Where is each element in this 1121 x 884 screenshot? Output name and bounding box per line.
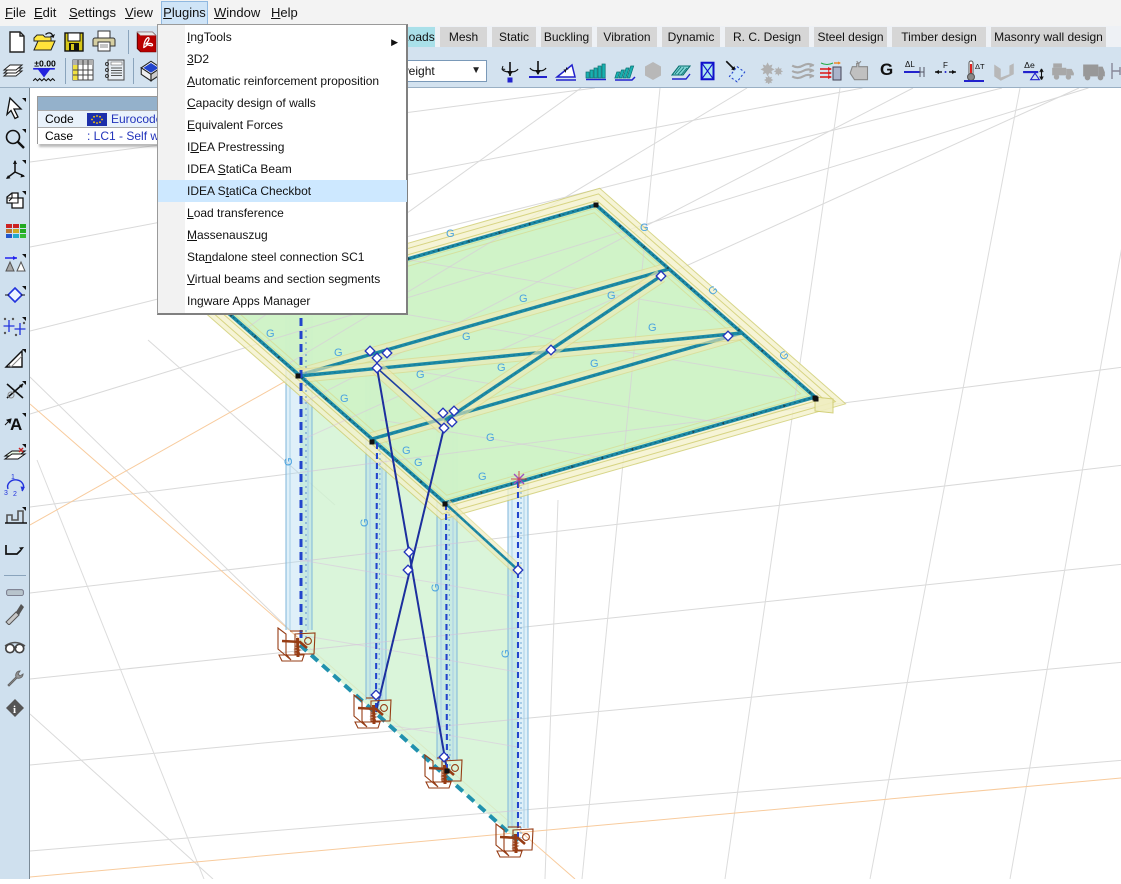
svg-text:G: G: [640, 222, 649, 234]
svg-text:2: 2: [13, 491, 17, 497]
svg-text:G: G: [430, 583, 442, 592]
svg-text:G: G: [607, 290, 616, 302]
svg-text:i: i: [13, 704, 16, 716]
svg-text:G: G: [500, 649, 512, 658]
svg-text:G: G: [340, 393, 349, 405]
svg-text:G: G: [446, 228, 455, 240]
svg-text:G: G: [497, 362, 506, 374]
svg-text:±0.00: ±0.00: [34, 59, 56, 69]
svg-text:G: G: [462, 331, 471, 343]
svg-text:ΔT: ΔT: [975, 62, 985, 71]
svg-text:G: G: [283, 457, 295, 466]
svg-text:G: G: [478, 471, 487, 483]
svg-text:G: G: [334, 347, 343, 359]
svg-text:G: G: [486, 432, 495, 444]
svg-text:Δe: Δe: [1024, 60, 1035, 70]
svg-text:A: A: [10, 415, 22, 434]
svg-text:ΔL: ΔL: [905, 60, 915, 69]
svg-text:G: G: [416, 369, 425, 381]
svg-text:G: G: [519, 293, 528, 305]
svg-text:1: 1: [11, 474, 15, 481]
svg-text:G: G: [266, 328, 275, 340]
svg-text:G: G: [590, 358, 599, 370]
svg-text:G: G: [648, 322, 657, 334]
svg-text:G: G: [414, 457, 423, 469]
svg-text:G: G: [402, 445, 411, 457]
svg-text:3: 3: [4, 490, 8, 497]
svg-text:F: F: [943, 61, 948, 70]
svg-text:G: G: [359, 518, 371, 527]
